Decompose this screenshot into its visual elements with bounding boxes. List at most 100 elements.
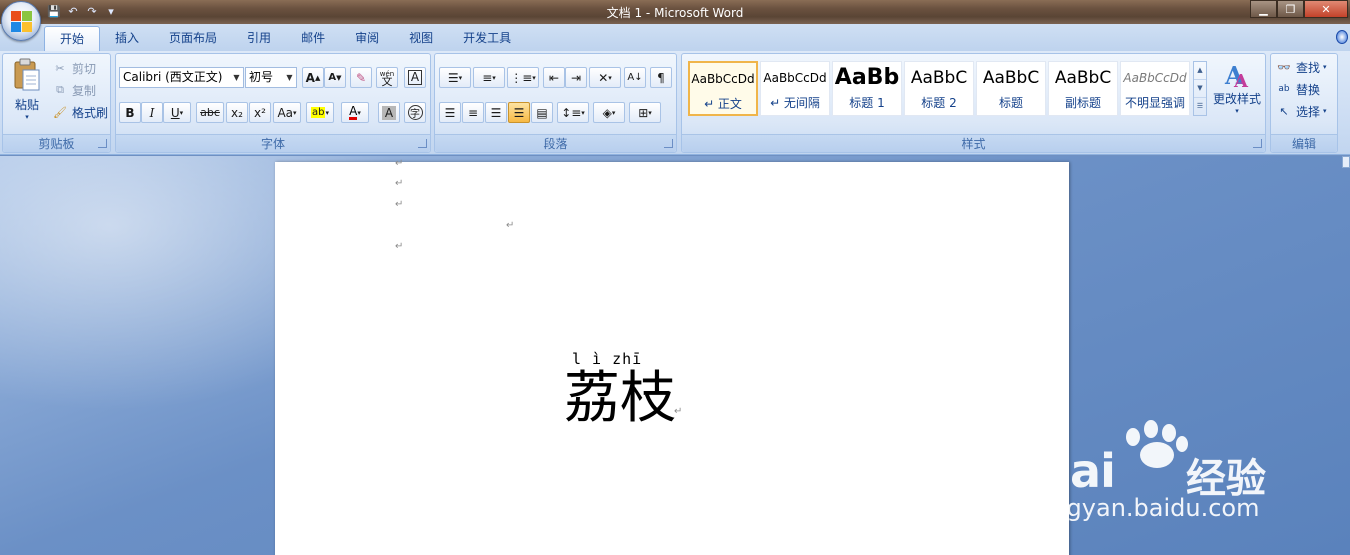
superscript-icon: x² <box>254 105 266 120</box>
enclose-characters-button[interactable]: 字 <box>404 102 426 123</box>
font-size-combo[interactable]: 初号 ▼ <box>245 67 297 88</box>
tab-view[interactable]: 视图 <box>394 26 448 51</box>
bullets-button[interactable]: ☰ ▾ <box>439 67 471 88</box>
align-right-button[interactable]: ☰ <box>485 102 507 123</box>
tab-page-layout[interactable]: 页面布局 <box>154 26 232 51</box>
font-color-button[interactable]: A ▾ <box>341 102 369 123</box>
clipboard-launcher-icon[interactable] <box>98 139 107 148</box>
sort-button[interactable]: A↓ <box>624 67 646 88</box>
paragraph-launcher-icon[interactable] <box>664 139 673 148</box>
gallery-more-icon[interactable]: ☰ <box>1194 98 1206 116</box>
subscript-icon: x₂ <box>231 105 243 120</box>
tab-home[interactable]: 开始 <box>44 26 101 52</box>
styles-launcher-icon[interactable] <box>1253 139 1262 148</box>
chinese-layout-button[interactable]: ✕ ▾ <box>589 67 621 88</box>
change-styles-label: 更改样式 <box>1212 92 1261 106</box>
watermark-brand: Bai <box>1036 444 1116 498</box>
ribbon: 粘贴 ▾ ✂ 剪切 ⧉ 复制 🖌 格式刷 剪贴板 Calibri (西文正文) … <box>0 51 1350 155</box>
bold-button[interactable]: B <box>119 102 141 123</box>
italic-button[interactable]: I <box>141 102 163 123</box>
enclose-characters-icon: 字 <box>407 105 423 120</box>
office-button[interactable] <box>1 1 41 41</box>
gallery-up-icon[interactable]: ▲ <box>1194 62 1206 80</box>
style-no-spacing[interactable]: AaBbCcDd ↵ 无间隔 <box>760 61 830 116</box>
help-icon[interactable] <box>1336 30 1348 44</box>
minimize-button[interactable]: ▁ <box>1250 0 1277 18</box>
cut-button[interactable]: ✂ 剪切 <box>51 58 96 78</box>
window-controls: ▁ ❐ ✕ <box>1250 0 1348 18</box>
phonetic-guide-button[interactable]: wén 文 <box>376 67 398 88</box>
decrease-indent-button[interactable]: ⇤ <box>543 67 565 88</box>
align-right-icon: ☰ <box>490 105 502 120</box>
increase-indent-icon: ⇥ <box>570 70 582 85</box>
change-styles-button[interactable]: A A 更改样式 ▾ <box>1210 58 1264 132</box>
eraser-icon: ✎ <box>355 70 367 85</box>
font-name-combo[interactable]: Calibri (西文正文) ▼ <box>119 67 244 88</box>
multilevel-list-icon: ⋮≡ <box>510 70 533 85</box>
align-left-icon: ☰ <box>444 105 456 120</box>
italic-icon: I <box>149 105 155 120</box>
replace-button[interactable]: ab 替换 <box>1275 79 1320 99</box>
copy-icon: ⧉ <box>56 83 64 96</box>
change-case-button[interactable]: Aa ▾ <box>273 102 301 123</box>
font-launcher-icon[interactable] <box>418 139 427 148</box>
highlight-button[interactable]: ab ▾ <box>306 102 334 123</box>
grow-font-button[interactable]: A ▲ <box>302 67 324 88</box>
styles-gallery-scroll[interactable]: ▲ ▼ ☰ <box>1193 61 1207 116</box>
style-subtle-emphasis[interactable]: AaBbCcDd 不明显强调 <box>1120 61 1190 116</box>
tab-insert[interactable]: 插入 <box>100 26 154 51</box>
borders-button[interactable]: ⊞ ▾ <box>629 102 661 123</box>
justify-button[interactable]: ☰ <box>508 102 530 123</box>
line-spacing-button[interactable]: ↕≡ ▾ <box>557 102 589 123</box>
show-marks-button[interactable]: ¶ <box>650 67 672 88</box>
style-sample: AaBbC <box>982 68 1040 88</box>
style-sample: AaBbCcDd <box>1123 71 1187 85</box>
superscript-button[interactable]: x² <box>249 102 271 123</box>
clear-format-button[interactable]: ✎ <box>350 67 372 88</box>
chevron-down-icon: ▼ <box>286 73 293 82</box>
multilevel-list-button[interactable]: ⋮≡ ▾ <box>507 67 539 88</box>
select-button[interactable]: ↖ 选择 ▾ <box>1275 101 1326 121</box>
subscript-button[interactable]: x₂ <box>226 102 248 123</box>
phonetic-guide-icon: 文 <box>381 74 393 88</box>
restore-button[interactable]: ❐ <box>1277 0 1304 18</box>
change-styles-icon: A A <box>1224 61 1249 90</box>
character-border-button[interactable]: A <box>404 67 426 88</box>
tab-developer[interactable]: 开发工具 <box>448 26 526 51</box>
ribbon-tabs: 开始 插入 页面布局 引用 邮件 审阅 视图 开发工具 <box>44 26 526 52</box>
bold-icon: B <box>125 105 135 120</box>
close-button[interactable]: ✕ <box>1304 0 1348 18</box>
paste-button[interactable]: 粘贴 ▾ <box>7 58 47 132</box>
align-center-button[interactable]: ≡ <box>462 102 484 123</box>
find-button[interactable]: 👓 查找 ▾ <box>1275 57 1326 77</box>
tab-mailings[interactable]: 邮件 <box>286 26 340 51</box>
cursor-arrow-icon: ↖ <box>1279 104 1289 118</box>
gallery-down-icon[interactable]: ▼ <box>1194 80 1206 98</box>
document-page[interactable]: ↵ ↵ ↵ ↵ ↵ l ì zhī 荔枝 ↵ <box>275 158 1069 555</box>
style-subtitle[interactable]: AaBbC 副标题 <box>1048 61 1118 116</box>
tab-references[interactable]: 引用 <box>232 26 286 51</box>
copy-button[interactable]: ⧉ 复制 <box>51 80 96 100</box>
strikethrough-button[interactable]: abc <box>196 102 224 123</box>
tab-review[interactable]: 审阅 <box>340 26 394 51</box>
shading-button[interactable]: ◈ ▾ <box>593 102 625 123</box>
vertical-scrollbar[interactable] <box>1342 156 1350 168</box>
numbering-button[interactable]: ≡ ▾ <box>473 67 505 88</box>
character-shading-button[interactable]: A <box>378 102 400 123</box>
align-left-button[interactable]: ☰ <box>439 102 461 123</box>
shrink-font-icon: A <box>328 72 337 83</box>
underline-button[interactable]: U ▾ <box>163 102 191 123</box>
style-title[interactable]: AaBbC 标题 <box>976 61 1046 116</box>
style-heading-1[interactable]: AaBb 标题 1 <box>832 61 902 116</box>
format-painter-button[interactable]: 🖌 格式刷 <box>51 102 108 122</box>
distributed-button[interactable]: ▤ <box>531 102 553 123</box>
style-name: 标题 <box>998 96 1023 110</box>
style-normal[interactable]: AaBbCcDd ↵ 正文 <box>688 61 758 116</box>
style-heading-2[interactable]: AaBbC 标题 2 <box>904 61 974 116</box>
style-sample: AaBbC <box>910 68 968 88</box>
svg-text:A: A <box>1233 71 1249 90</box>
increase-indent-button[interactable]: ⇥ <box>565 67 587 88</box>
shrink-font-button[interactable]: A ▼ <box>324 67 346 88</box>
style-name: 标题 2 <box>921 96 957 110</box>
scissors-icon: ✂ <box>55 61 65 75</box>
